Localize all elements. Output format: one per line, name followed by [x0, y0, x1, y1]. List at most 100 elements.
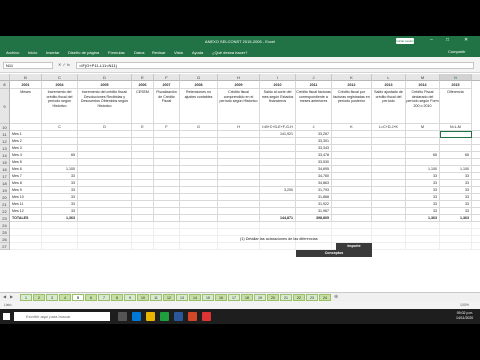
cell-rows-5-mes[interactable]: Mes 6 — [10, 166, 42, 173]
column-header-i[interactable]: I — [260, 74, 296, 81]
table-cell[interactable] — [472, 187, 480, 194]
table-cell[interactable] — [332, 173, 372, 180]
table-cell[interactable] — [132, 173, 154, 180]
totals-cell[interactable] — [132, 215, 154, 222]
empty-cell[interactable] — [180, 222, 218, 229]
signin-button[interactable]: Iniciar sesión — [396, 38, 414, 44]
table-cell[interactable] — [472, 201, 480, 208]
cell-rows-10-c[interactable]: 33 — [42, 201, 78, 208]
row-header[interactable]: 16 — [0, 166, 10, 173]
table-cell[interactable] — [332, 152, 372, 159]
file-explorer-icon[interactable] — [146, 312, 155, 321]
cell-rows-0-c[interactable] — [42, 131, 78, 138]
empty-cell[interactable] — [406, 243, 440, 250]
column-header-o[interactable]: O — [472, 74, 480, 81]
table-cell[interactable] — [472, 173, 480, 180]
table-cell[interactable] — [472, 208, 480, 215]
column-header-g[interactable]: G — [180, 74, 218, 81]
sheet-tab-6[interactable]: 6 — [85, 294, 97, 301]
cell-rows-6-i[interactable] — [260, 173, 296, 180]
table-cell[interactable] — [180, 180, 218, 187]
table-cell[interactable] — [154, 131, 180, 138]
word-taskbar-icon[interactable] — [174, 312, 183, 321]
totals-cell[interactable] — [154, 215, 180, 222]
edge-icon[interactable] — [132, 312, 141, 321]
empty-cell[interactable] — [296, 243, 332, 250]
cell-rows-4-c[interactable] — [42, 159, 78, 166]
cell-rows-4-n[interactable] — [440, 159, 472, 166]
cell-rows-8-n[interactable]: 33 — [440, 187, 472, 194]
table-cell[interactable] — [132, 138, 154, 145]
empty-cell[interactable] — [132, 243, 154, 250]
table-cell[interactable] — [78, 159, 132, 166]
empty-cell[interactable] — [440, 222, 472, 229]
column-header-d[interactable]: D — [78, 74, 132, 81]
empty-cell[interactable] — [260, 222, 296, 229]
table-cell[interactable] — [180, 194, 218, 201]
cell-rows-0-j[interactable]: 33,267 — [296, 131, 332, 138]
formula-input[interactable]: =IF(O+P11-L11<N11) — [76, 62, 474, 69]
empty-cell[interactable] — [296, 229, 332, 236]
table-cell[interactable] — [472, 138, 480, 145]
empty-cell[interactable] — [78, 229, 132, 236]
tab-insertar[interactable]: Insertar — [46, 50, 60, 55]
row-header[interactable]: 24 — [0, 222, 10, 229]
empty-cell[interactable] — [10, 243, 42, 250]
empty-cell[interactable] — [332, 222, 372, 229]
table-cell[interactable] — [180, 159, 218, 166]
cell-rows-10-n[interactable]: 33 — [440, 201, 472, 208]
cell-rows-5-m[interactable]: 1,100 — [406, 166, 440, 173]
app-taskbar-icon[interactable] — [202, 312, 211, 321]
cell-rows-9-i[interactable] — [260, 194, 296, 201]
row-header[interactable]: 20 — [0, 194, 10, 201]
cell-rows-7-n[interactable]: 33 — [440, 180, 472, 187]
table-cell[interactable] — [132, 194, 154, 201]
table-cell[interactable] — [154, 152, 180, 159]
table-cell[interactable] — [78, 131, 132, 138]
cell-rows-8-c[interactable]: 33 — [42, 187, 78, 194]
totals-cell[interactable] — [372, 215, 406, 222]
sheet-tab-11[interactable]: 11 — [150, 294, 162, 301]
table-cell[interactable] — [332, 138, 372, 145]
empty-cell[interactable] — [406, 222, 440, 229]
row-header[interactable]: 22 — [0, 208, 10, 215]
empty-cell[interactable] — [42, 222, 78, 229]
empty-cell[interactable] — [132, 236, 154, 243]
cell-rows-6-j[interactable]: 34,760 — [296, 173, 332, 180]
cell-rows-3-mes[interactable]: Mes 4 — [10, 152, 42, 159]
taskbar-search[interactable]: Escribir aquí para buscar — [14, 312, 110, 321]
totals-n[interactable]: 1,363 — [440, 215, 472, 222]
empty-cell[interactable] — [218, 229, 260, 236]
empty-cell[interactable] — [440, 229, 472, 236]
table-cell[interactable] — [472, 131, 480, 138]
sheet-tab-4[interactable]: 4 — [59, 294, 71, 301]
empty-cell[interactable] — [78, 243, 132, 250]
table-cell[interactable] — [372, 138, 406, 145]
row-header[interactable]: 12 — [0, 138, 10, 145]
cell-rows-10-j[interactable]: 31,922 — [296, 201, 332, 208]
cell-rows-2-c[interactable] — [42, 145, 78, 152]
table-cell[interactable] — [218, 138, 260, 145]
table-cell[interactable] — [332, 208, 372, 215]
table-cell[interactable] — [154, 187, 180, 194]
table-cell[interactable] — [332, 131, 372, 138]
row-header[interactable]: 17 — [0, 173, 10, 180]
zoom-level[interactable]: 100% — [460, 303, 469, 307]
cell-rows-8-i[interactable]: 3,200 — [260, 187, 296, 194]
table-cell[interactable] — [78, 138, 132, 145]
row-header[interactable]: 19 — [0, 187, 10, 194]
close-icon[interactable]: ✕ — [464, 38, 468, 43]
table-cell[interactable] — [154, 159, 180, 166]
column-header-b[interactable]: B — [10, 74, 42, 81]
table-cell[interactable] — [218, 166, 260, 173]
share-button[interactable]: Compartir — [448, 49, 466, 54]
cell-rows-6-n[interactable]: 33 — [440, 173, 472, 180]
cell-rows-0-i[interactable]: 141,921 — [260, 131, 296, 138]
table-cell[interactable] — [180, 166, 218, 173]
empty-cell[interactable] — [332, 236, 372, 243]
empty-cell[interactable] — [218, 243, 260, 250]
cell-rows-4-j[interactable]: 33,530 — [296, 159, 332, 166]
table-cell[interactable] — [180, 138, 218, 145]
table-cell[interactable] — [332, 187, 372, 194]
empty-cell[interactable] — [42, 229, 78, 236]
